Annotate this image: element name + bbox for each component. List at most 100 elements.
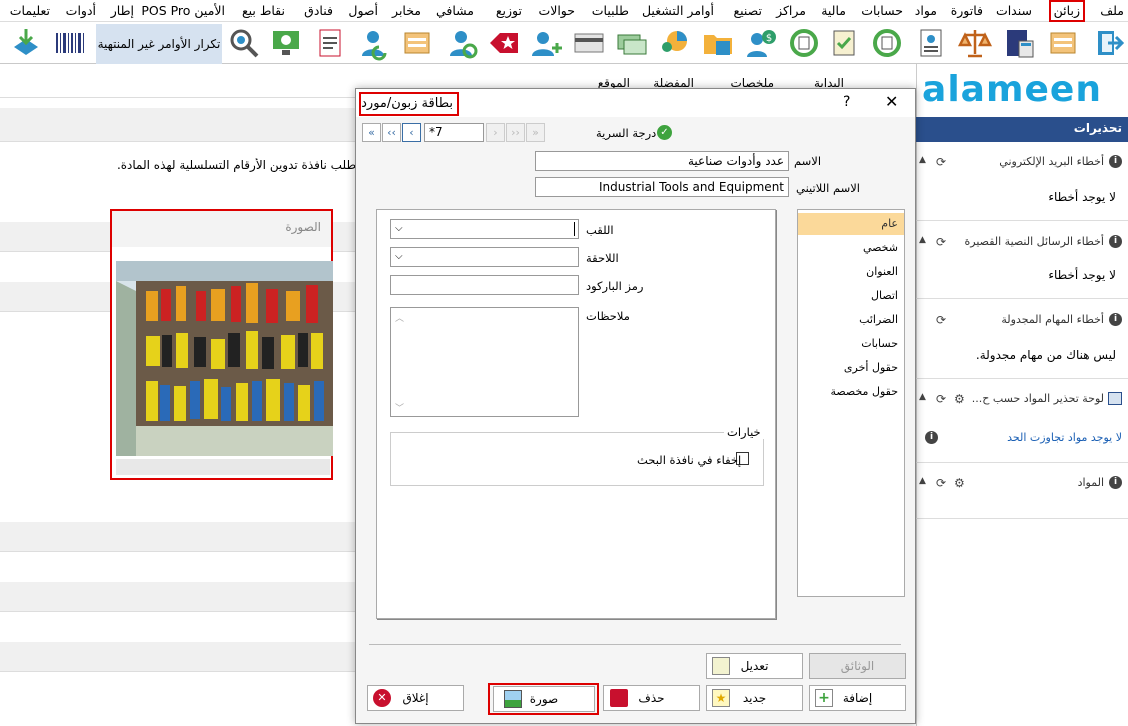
refresh-icon[interactable]: ⟳: [936, 155, 946, 169]
tab-custom-fields[interactable]: حقول مخصصة: [798, 381, 904, 403]
menu-hospitals[interactable]: مشافي: [436, 2, 474, 19]
workspace-row: [0, 522, 356, 552]
tab-address[interactable]: العنوان: [798, 261, 904, 283]
menu-items[interactable]: مواد: [915, 2, 937, 19]
menu-hotels[interactable]: فنادق: [304, 2, 333, 19]
person-report-icon[interactable]: [913, 25, 949, 61]
collapse-icon[interactable]: ▲: [919, 155, 926, 165]
alert-body[interactable]: لا يوجد مواد تجاوزت الحد: [1007, 431, 1122, 444]
refresh-icon[interactable]: ⟳: [936, 235, 946, 249]
money-icon[interactable]: [614, 25, 650, 61]
menu-pos-pro[interactable]: الأمين POS Pro: [141, 2, 225, 19]
record-number-input[interactable]: *7: [424, 123, 484, 142]
menu-work-orders[interactable]: أوامر التشغيل: [642, 2, 714, 19]
close-button[interactable]: ✕ إغلاق: [367, 685, 464, 711]
window-icon[interactable]: [1045, 25, 1081, 61]
menu-assets[interactable]: أصول: [348, 2, 378, 19]
next-page-button[interactable]: ››: [506, 123, 525, 142]
user-transfer-icon[interactable]: [355, 25, 391, 61]
menu-centers[interactable]: مراكز: [776, 2, 806, 19]
menu-help[interactable]: تعليمات: [10, 2, 50, 19]
refresh-list-icon[interactable]: [869, 25, 905, 61]
last-record-button[interactable]: »: [526, 123, 545, 142]
close-icon[interactable]: ✕: [885, 92, 898, 111]
barcode-icon[interactable]: [52, 25, 88, 61]
repeat-unfinished-orders-button[interactable]: تكرار الأوامر غير المنتهية: [96, 24, 222, 64]
calculator-book-icon[interactable]: [1001, 25, 1037, 61]
dollar-person-icon[interactable]: $: [743, 25, 779, 61]
tab-contact[interactable]: اتصال: [798, 285, 904, 307]
exit-icon[interactable]: [1090, 25, 1126, 61]
notes-textarea[interactable]: ︿ ﹀: [390, 307, 579, 417]
card-icon[interactable]: [571, 25, 607, 61]
checklist-icon[interactable]: [826, 25, 862, 61]
image-panel-title: الصورة: [112, 211, 331, 247]
menu-customers[interactable]: زبائن: [1048, 0, 1085, 22]
gear-icon[interactable]: ⚙: [954, 476, 965, 490]
barcode-input[interactable]: [390, 275, 579, 295]
first-record-button[interactable]: «: [362, 123, 381, 142]
menu-orders[interactable]: طلبيات: [592, 2, 629, 19]
gear-icon[interactable]: ⚙: [954, 392, 965, 406]
image-button[interactable]: صورة: [493, 686, 595, 712]
collapse-icon[interactable]: ▲: [919, 235, 926, 245]
pie-person-icon[interactable]: [657, 25, 693, 61]
menu-finance[interactable]: مالية: [821, 2, 846, 19]
cycle-icon[interactable]: [786, 25, 822, 61]
latin-name-input[interactable]: Industrial Tools and Equipment: [535, 177, 789, 197]
menu-pos[interactable]: نقاط بيع: [242, 2, 285, 19]
menu-vouchers[interactable]: سندات: [996, 2, 1032, 19]
download-box-icon[interactable]: [8, 25, 44, 61]
delete-button[interactable]: حذف: [603, 685, 700, 711]
tab-taxes[interactable]: الضرائب: [798, 309, 904, 331]
name-input[interactable]: عدد وأدوات صناعية: [535, 151, 789, 171]
info-icon: i: [1109, 155, 1122, 168]
text-cursor: [574, 222, 575, 236]
collapse-icon[interactable]: ▲: [919, 392, 926, 402]
refresh-icon[interactable]: ⟳: [936, 313, 946, 327]
documents-button[interactable]: الوثائق: [809, 653, 906, 679]
scroll-up-icon[interactable]: ︿: [395, 310, 404, 328]
tab-accounts[interactable]: حسابات: [798, 333, 904, 355]
collapse-icon[interactable]: ▲: [919, 476, 926, 486]
menu-transfers[interactable]: حوالات: [538, 2, 575, 19]
next-record-button[interactable]: ›: [486, 123, 505, 142]
refresh-icon[interactable]: ⟳: [936, 476, 946, 490]
new-button[interactable]: ★ جديد: [706, 685, 803, 711]
close-circle-icon: ✕: [373, 689, 391, 707]
title-select[interactable]: ⌵: [390, 219, 579, 239]
folder-window-icon[interactable]: [399, 25, 435, 61]
edit-button[interactable]: تعديل: [706, 653, 803, 679]
menu-tools[interactable]: أدوات: [66, 2, 96, 19]
menu-accounts[interactable]: حسابات: [861, 2, 903, 19]
refresh-icon[interactable]: ⟳: [936, 392, 946, 406]
scroll-down-icon[interactable]: ﹀: [395, 400, 404, 416]
help-icon[interactable]: ?: [843, 94, 850, 110]
title-label: اللقب: [586, 223, 614, 237]
monitor-gear-icon[interactable]: [268, 25, 304, 61]
folder-box-icon[interactable]: [700, 25, 736, 61]
tab-other-fields[interactable]: حقول أخرى: [798, 357, 904, 379]
search-gear-icon[interactable]: [226, 25, 262, 61]
scale-icon[interactable]: [957, 25, 993, 61]
menu-distribution[interactable]: توزيع: [496, 2, 522, 19]
menu-invoice[interactable]: فاتورة: [951, 2, 983, 19]
document-pen-icon[interactable]: [312, 25, 348, 61]
privacy-label: درجة السرية: [596, 126, 657, 140]
tools-shelf-photo: [116, 261, 333, 456]
workspace-row: [0, 582, 356, 612]
alert-divider: [916, 220, 1128, 221]
tag-star-icon[interactable]: [486, 25, 522, 61]
menu-file[interactable]: ملف: [1100, 2, 1124, 19]
menu-frame[interactable]: إطار: [111, 2, 134, 19]
add-button[interactable]: + إضافة: [809, 685, 906, 711]
menu-manufacturing[interactable]: تصنيع: [733, 2, 762, 19]
previous-page-button[interactable]: ‹‹: [382, 123, 401, 142]
tab-personal[interactable]: شخصي: [798, 237, 904, 259]
add-user-icon[interactable]: [529, 25, 565, 61]
menu-labs[interactable]: مخابر: [392, 2, 421, 19]
suffix-select[interactable]: ⌵: [390, 247, 579, 267]
user-sync-icon[interactable]: [443, 25, 479, 61]
tab-general[interactable]: عام: [798, 213, 904, 235]
previous-record-button[interactable]: ‹: [402, 123, 421, 142]
